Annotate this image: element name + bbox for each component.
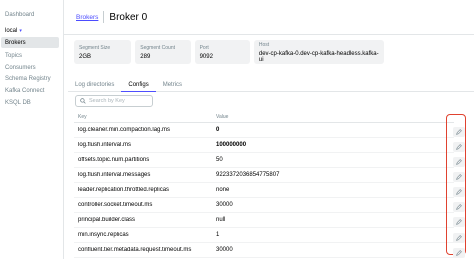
edit-button[interactable]	[453, 187, 465, 197]
edit-button[interactable]	[453, 172, 465, 182]
stat-segment-count: Segment Count 289	[135, 40, 191, 64]
config-value: 30000	[216, 202, 233, 208]
config-value: 1	[216, 232, 220, 238]
page-title: Broker 0	[109, 11, 148, 23]
stat-label: Port	[199, 44, 209, 51]
table-header: Key Value	[74, 111, 454, 123]
stat-host: Host dev-cp-kafka-0.dev-cp-kafka-headles…	[253, 40, 384, 64]
tab-log-directories[interactable]: Log directories	[68, 78, 121, 92]
cluster-selector[interactable]: local ▾	[5, 28, 22, 34]
config-key: log.flush.interval.ms	[78, 142, 132, 148]
edit-button[interactable]	[453, 142, 465, 152]
search-icon	[80, 98, 86, 104]
config-key: principal.builder.class	[78, 217, 136, 223]
table-row: log.cleaner.min.compaction.lag.ms 0	[74, 123, 454, 138]
column-header-value: Value	[216, 113, 229, 120]
config-value: 100000000	[216, 142, 247, 148]
table-row: offsets.topic.num.partitions 50	[74, 153, 454, 168]
tab-configs[interactable]: Configs	[121, 78, 156, 92]
table-row: log.flush.interval.ms 100000000	[74, 138, 454, 153]
configs-table: Key Value log.cleaner.min.compaction.lag…	[74, 111, 454, 258]
config-value: null	[216, 217, 226, 223]
pencil-icon	[456, 235, 462, 241]
sidebar-dashboard-link[interactable]: Dashboard	[5, 12, 34, 18]
pencil-icon	[456, 250, 462, 256]
page-header: Brokers Broker 0	[64, 0, 474, 35]
sidebar-item-kafka-connect[interactable]: Kafka Connect	[1, 85, 59, 96]
pencil-icon	[456, 129, 462, 135]
pencil-icon	[456, 204, 462, 210]
config-value: 0	[216, 127, 220, 133]
stat-value: 9092	[199, 53, 213, 60]
stat-label: Host	[258, 41, 270, 48]
config-key: confluent.tier.metadata.request.timeout.…	[78, 247, 192, 253]
stat-segment-size: Segment Size 2GB	[74, 40, 132, 64]
config-key: offsets.topic.num.partitions	[78, 157, 150, 163]
config-key: min.insync.replicas	[78, 232, 129, 238]
table-row: log.flush.interval.messages 922337203685…	[74, 168, 454, 183]
edit-button[interactable]	[453, 217, 465, 227]
pencil-icon	[456, 159, 462, 165]
edit-button[interactable]	[453, 202, 465, 212]
config-value: 9223372036854775807	[216, 172, 280, 178]
broker-stats: Segment Size 2GB Segment Count 289 Port …	[74, 40, 384, 64]
edit-button[interactable]	[453, 248, 465, 258]
config-key: leader.replication.throttled.replicas	[78, 187, 170, 193]
stat-port: Port 9092	[194, 40, 250, 64]
column-header-key: Key	[78, 113, 87, 120]
stat-label: Segment Count	[140, 44, 176, 51]
config-key: log.flush.interval.messages	[78, 172, 151, 178]
stat-value: 2GB	[79, 53, 92, 60]
stat-value: dev-cp-kafka-0.dev-cp-kafka-headless.kaf…	[258, 50, 379, 63]
table-row: confluent.tier.metadata.request.timeout.…	[74, 243, 454, 258]
edit-button[interactable]	[453, 127, 465, 137]
config-value: 30000	[216, 247, 233, 253]
pencil-icon	[456, 174, 462, 180]
edit-button[interactable]	[453, 157, 465, 167]
sidebar-item-brokers[interactable]: Brokers	[1, 37, 59, 48]
table-row: leader.replication.throttled.replicas no…	[74, 183, 454, 198]
sidebar-item-consumers[interactable]: Consumers	[1, 62, 59, 73]
cluster-name: local	[5, 28, 18, 34]
config-key: controller.socket.timeout.ms	[78, 202, 153, 208]
config-key: log.cleaner.min.compaction.lag.ms	[78, 127, 171, 133]
search-box[interactable]	[75, 95, 153, 107]
pencil-icon	[456, 189, 462, 195]
config-value: 50	[216, 157, 223, 163]
breadcrumb-divider	[103, 11, 105, 23]
tab-metrics[interactable]: Metrics	[156, 78, 189, 92]
table-row: min.insync.replicas 1	[74, 228, 454, 243]
pencil-icon	[456, 219, 462, 225]
breadcrumb-brokers[interactable]: Brokers	[76, 14, 98, 21]
sidebar: Dashboard local ▾ Brokers Topics Consume…	[0, 0, 64, 259]
sidebar-item-ksql-db[interactable]: KSQL DB	[1, 97, 59, 108]
broker-tabs: Log directories Configs Metrics	[68, 78, 474, 92]
sidebar-item-schema-registry[interactable]: Schema Registry	[1, 73, 59, 84]
edit-button[interactable]	[453, 233, 465, 243]
pencil-icon	[456, 144, 462, 150]
table-row: principal.builder.class null	[74, 213, 454, 228]
stat-label: Segment Size	[79, 44, 111, 51]
chevron-down-icon: ▾	[19, 28, 22, 34]
sidebar-item-topics[interactable]: Topics	[1, 50, 59, 61]
search-input[interactable]	[89, 98, 149, 104]
stat-value: 289	[140, 53, 151, 60]
table-row: controller.socket.timeout.ms 30000	[74, 198, 454, 213]
config-value: none	[216, 187, 230, 193]
